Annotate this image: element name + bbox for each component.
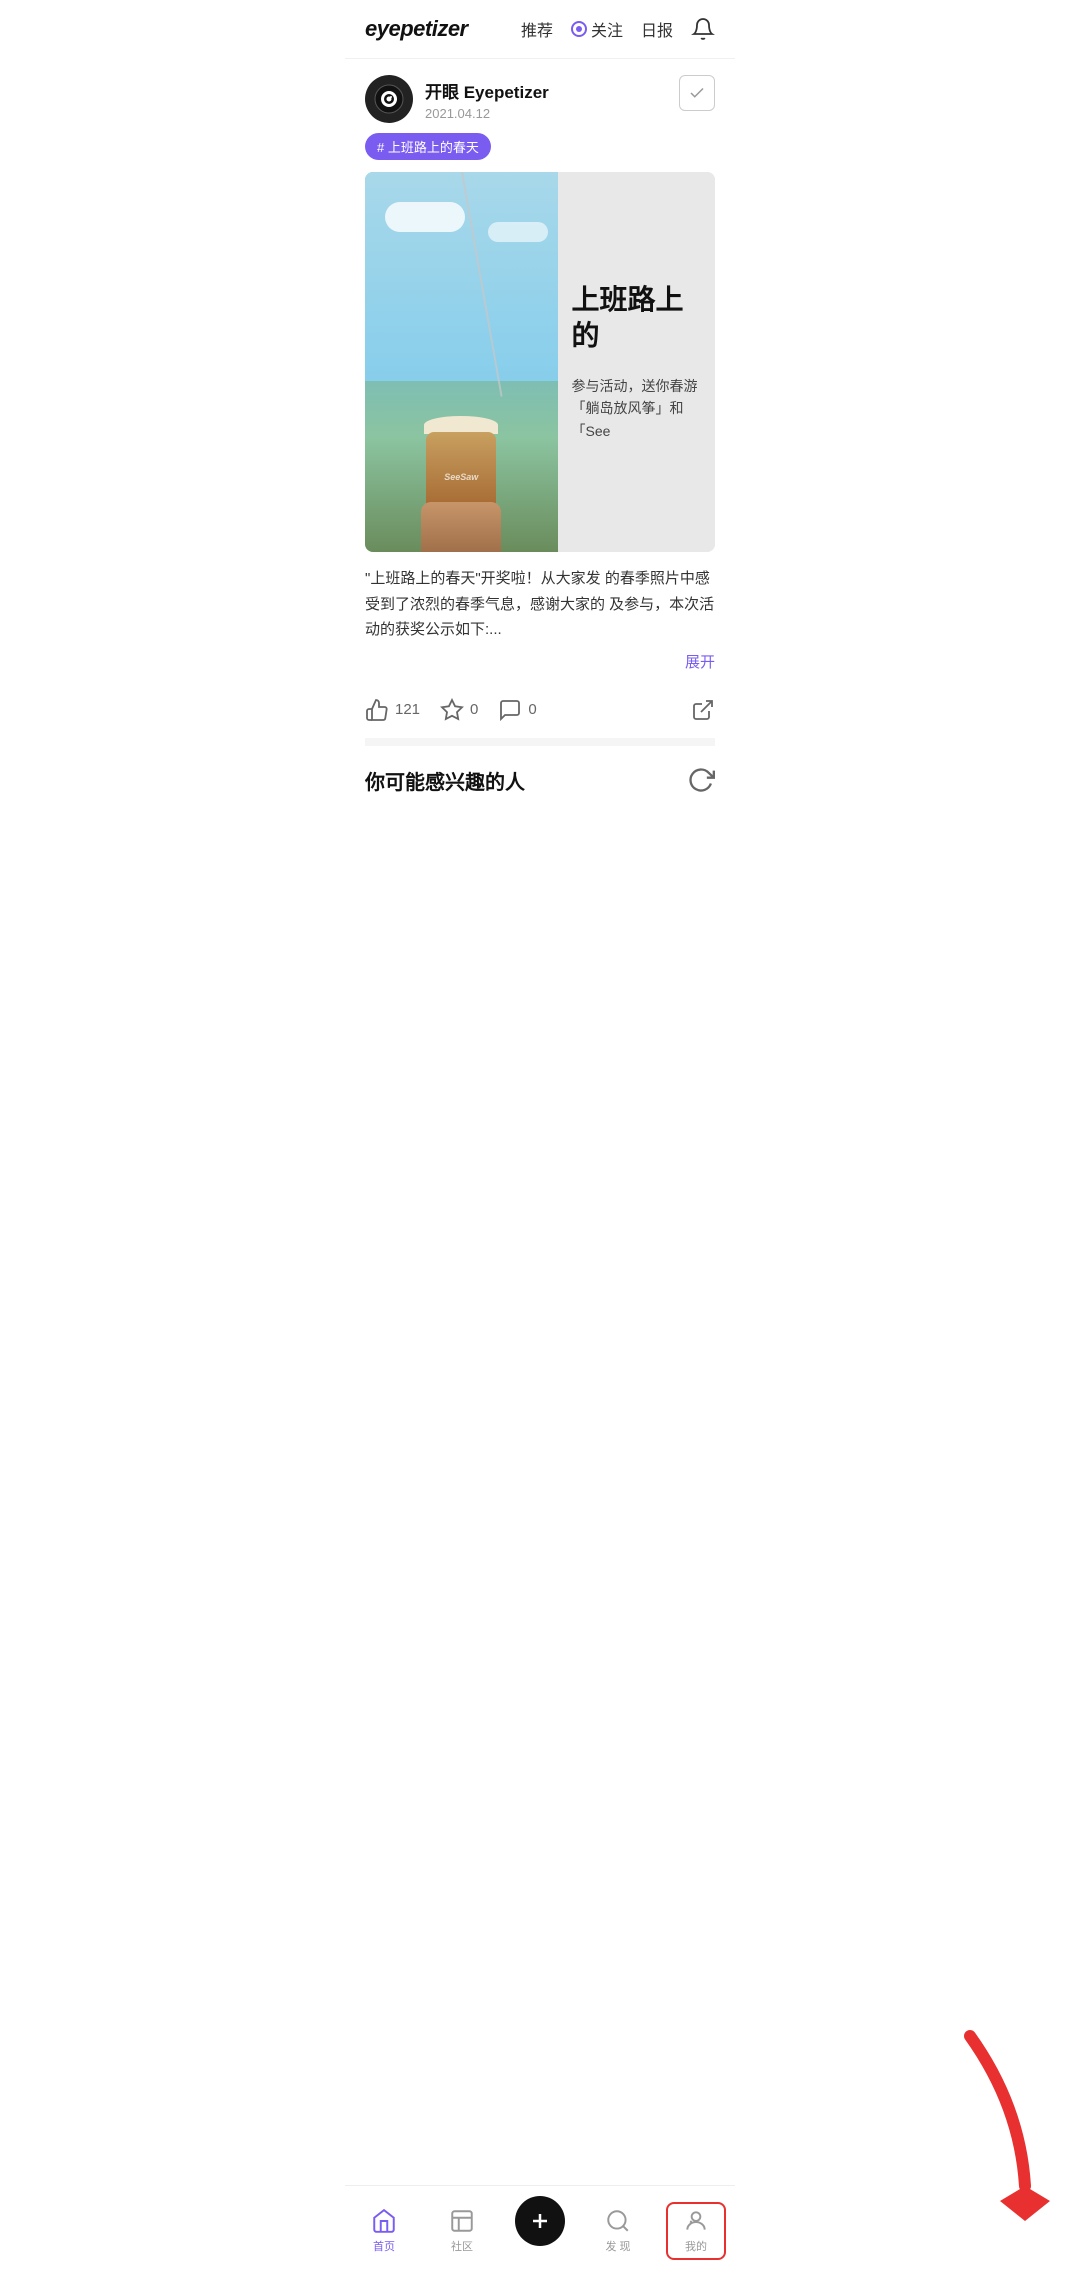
post-author: 开眼 Eyepetizer 2021.04.12 [365,75,549,123]
recommendations-section: 你可能感兴趣的人 [345,746,735,795]
nav-label-home: 首页 [373,2238,395,2254]
community-icon [449,2208,475,2234]
share-icon[interactable] [691,698,715,722]
cloud2 [488,222,548,242]
cup-logo: SeeSaw [444,472,478,482]
post-desc-line1: 参与活动，送你春游 [572,378,698,394]
like-icon [365,698,389,722]
nav-label-community: 社区 [451,2238,473,2254]
post-date: 2021.04.12 [425,106,549,121]
comment-icon [498,698,522,722]
post-actions: 121 0 0 [365,686,715,746]
app-header: eyepetizer 推荐 关注 日报 [345,0,735,59]
comment-count: 0 [528,701,536,718]
nav-label-profile: 我的 [685,2238,707,2254]
post-image-left: SeeSaw [365,172,558,552]
author-info: 开眼 Eyepetizer 2021.04.12 [425,78,549,121]
expand-button[interactable]: 展开 [365,651,715,672]
follow-dot-icon [571,21,587,37]
post-text: "上班路上的春天"开奖啦！从大家发 的春季照片中感受到了浓烈的春季气息，感谢大家… [365,566,715,643]
tab-follow[interactable]: 关注 [571,17,623,41]
post-tag[interactable]: # 上班路上的春天 [365,133,491,160]
discover-icon [605,2208,631,2234]
cloud1 [385,202,465,232]
nav-item-add[interactable]: + [510,2196,570,2266]
post-header: 开眼 Eyepetizer 2021.04.12 [365,75,715,123]
avatar[interactable] [365,75,413,123]
post-image-title: 上班路上的 [572,282,702,355]
profile-icon [683,2208,709,2234]
app-logo: eyepetizer [365,16,521,42]
bookmark-button[interactable] [679,75,715,111]
post-image-right: 上班路上的 参与活动，送你春游 「躺岛放风筝」和「See [558,172,716,552]
refresh-icon[interactable] [687,766,715,794]
star-count: 0 [470,701,478,718]
nav-item-home[interactable]: 首页 [354,2208,414,2254]
rec-title: 你可能感兴趣的人 [365,766,525,795]
nav-item-community[interactable]: 社区 [432,2208,492,2254]
nav-item-discover[interactable]: 发 现 [588,2208,648,2254]
author-name: 开眼 Eyepetizer [425,78,549,103]
annotation-arrow [940,2026,1060,2226]
rec-header: 你可能感兴趣的人 [365,766,715,795]
follow-dot-inner [576,26,582,32]
hand-shape [421,502,501,552]
like-action[interactable]: 121 [365,698,420,722]
bell-icon[interactable] [691,17,715,41]
nav-item-profile[interactable]: 我的 [666,2202,726,2260]
comment-action[interactable]: 0 [498,698,536,722]
nav-tabs: 推荐 关注 日报 [521,17,715,41]
bottom-nav: 首页 社区 + 发 现 我的 [345,2185,735,2286]
star-icon [440,698,464,722]
nav-label-discover: 发 现 [605,2238,630,2254]
post-image[interactable]: SeeSaw 上班路上的 参与活动，送你春游 「躺岛放风筝」和「See [365,172,715,552]
post-card: 开眼 Eyepetizer 2021.04.12 # 上班路上的春天 SeeSa… [345,59,735,746]
tab-daily[interactable]: 日报 [641,17,673,41]
post-image-desc: 参与活动，送你春游 「躺岛放风筝」和「See [572,375,702,442]
add-button[interactable] [515,2196,565,2246]
home-icon [371,2208,397,2234]
tab-recommend[interactable]: 推荐 [521,17,553,41]
like-count: 121 [395,701,420,718]
post-desc-line2: 「躺岛放风筝」和「See [572,400,684,438]
star-action[interactable]: 0 [440,698,478,722]
actions-left: 121 0 0 [365,698,537,722]
